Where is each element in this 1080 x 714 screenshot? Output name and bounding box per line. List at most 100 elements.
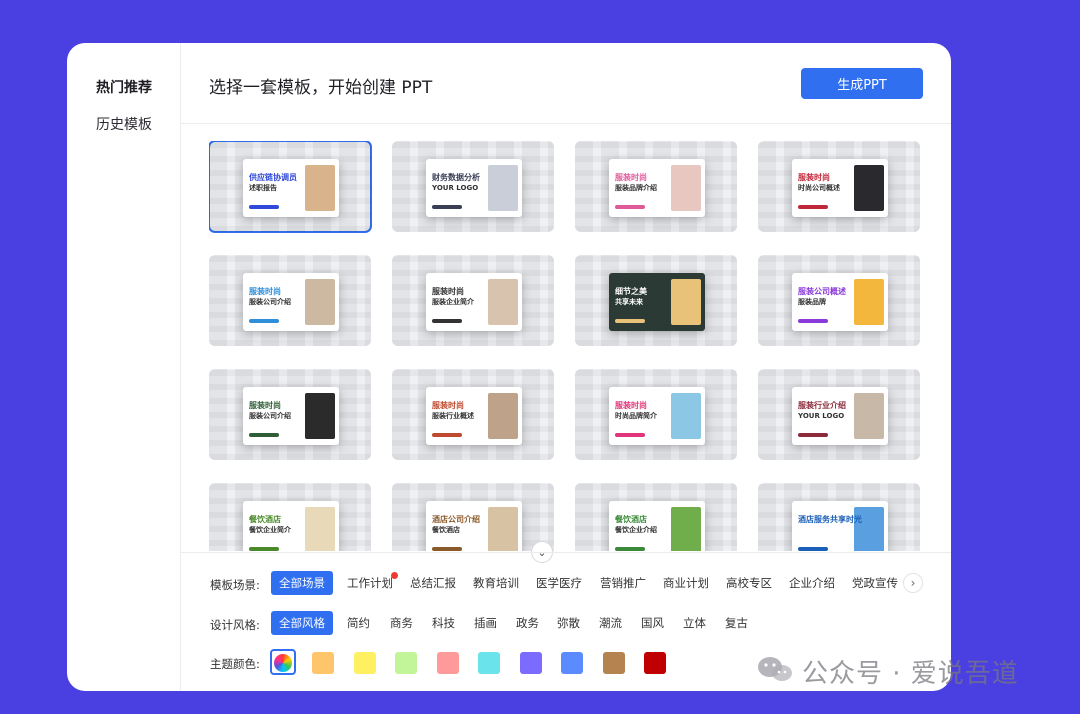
template-card[interactable]: 服装时尚 时尚品牌简介 [575, 369, 737, 460]
style-chip[interactable]: 国风 [641, 611, 664, 635]
template-slide: 餐饮酒店 餐饮企业简介 [243, 501, 339, 551]
generate-ppt-button[interactable]: 生成PPT [801, 68, 923, 99]
template-card[interactable]: 酒店服务共享时光 [758, 483, 920, 551]
color-swatch[interactable] [353, 652, 376, 674]
color-swatch[interactable] [395, 652, 417, 674]
template-title: 财务数据分析 [432, 173, 480, 182]
template-accent-bar [615, 319, 645, 323]
template-photo [488, 279, 518, 325]
template-title: 餐饮酒店 [249, 515, 281, 524]
template-card[interactable]: 服装公司概述 服装品牌 [758, 255, 920, 346]
template-accent-bar [432, 205, 462, 209]
template-photo [305, 507, 335, 551]
color-swatch[interactable] [312, 652, 334, 674]
template-slide: 供应链协调员 述职报告 [243, 159, 339, 217]
color-label: 主题颜色: [210, 657, 260, 671]
template-accent-bar [249, 205, 279, 209]
color-swatch-all[interactable] [274, 654, 292, 672]
scene-chip[interactable]: 企业介绍 [789, 571, 835, 595]
scene-chip[interactable]: 教育培训 [473, 571, 519, 595]
template-accent-bar [432, 433, 462, 437]
template-card[interactable]: 服装时尚 服装品牌介绍 [575, 141, 737, 232]
template-card[interactable]: 服装时尚服装企业简介 [392, 255, 554, 346]
color-swatch[interactable] [644, 652, 666, 674]
chevron-right-icon[interactable]: › [903, 573, 923, 593]
color-swatch[interactable] [602, 652, 625, 674]
template-title: 餐饮酒店 [615, 515, 647, 524]
template-photo [305, 165, 335, 211]
scene-chip[interactable]: 商业计划 [663, 571, 709, 595]
style-chip[interactable]: 潮流 [599, 611, 622, 635]
sidebar-item-hot[interactable]: 热门推荐 [67, 77, 181, 97]
new-badge [391, 572, 398, 579]
template-card[interactable]: 酒店公司介绍 餐饮酒店 [392, 483, 554, 551]
template-photo [305, 393, 335, 439]
style-chip[interactable]: 立体 [683, 611, 706, 635]
template-title: 服装时尚 [615, 173, 647, 182]
color-swatch[interactable] [561, 652, 583, 674]
template-photo [671, 393, 701, 439]
template-accent-bar [615, 547, 645, 551]
template-subtitle: 述职报告 [249, 184, 277, 192]
template-accent-bar [798, 547, 828, 551]
template-title: 服装时尚 [249, 401, 281, 410]
scene-chip[interactable]: 营销推广 [600, 571, 646, 595]
template-card[interactable]: 餐饮酒店 餐饮企业介绍 [575, 483, 737, 551]
style-chip[interactable]: 政务 [516, 611, 539, 635]
style-chip[interactable]: 插画 [474, 611, 497, 635]
scene-chip[interactable]: 党政宣传 [852, 571, 898, 595]
template-slide: 酒店公司介绍 餐饮酒店 [426, 501, 522, 551]
template-card[interactable]: 服装时尚 时尚公司概述 [758, 141, 920, 232]
template-title: 服装公司概述 [798, 287, 846, 296]
template-slide: 服装时尚 服装品牌介绍 [609, 159, 705, 217]
style-chip-all[interactable]: 全部风格 [271, 611, 333, 635]
template-card[interactable]: 供应链协调员 述职报告 [209, 141, 372, 233]
style-chip[interactable]: 弥散 [557, 611, 580, 635]
scene-label: 模板场景: [210, 578, 260, 592]
template-slide: 财务数据分析 YOUR LOGO [426, 159, 522, 217]
template-subtitle: 时尚品牌简介 [615, 412, 657, 420]
template-accent-bar [798, 319, 828, 323]
template-photo [854, 165, 884, 211]
template-card[interactable]: 服装行业介绍 YOUR LOGO [758, 369, 920, 460]
style-chip[interactable]: 简约 [347, 611, 370, 635]
template-card[interactable]: 服装时尚 服装公司介绍 [209, 255, 371, 346]
template-title: 服装时尚 [432, 287, 464, 296]
template-subtitle: 服装企业简介 [432, 298, 474, 306]
style-chip[interactable]: 商务 [390, 611, 413, 635]
style-chip[interactable]: 复古 [725, 611, 748, 635]
template-title: 细节之美 [615, 287, 647, 296]
template-slide: 服装时尚服装企业简介 [426, 273, 522, 331]
color-swatch[interactable] [436, 652, 459, 674]
template-accent-bar [432, 319, 462, 323]
scene-chip[interactable]: 高校专区 [726, 571, 772, 595]
template-photo [671, 507, 701, 551]
color-swatch[interactable] [519, 652, 542, 674]
style-chip[interactable]: 科技 [432, 611, 455, 635]
template-slide: 服装公司概述 服装品牌 [792, 273, 888, 331]
template-card[interactable]: 服装时尚 服装行业概述 [392, 369, 554, 460]
template-card[interactable]: 细节之美 共享未来 [575, 255, 737, 346]
scene-chip[interactable]: 工作计划 [347, 571, 393, 595]
template-photo [854, 393, 884, 439]
template-slide: 服装时尚 服装行业概述 [426, 387, 522, 445]
template-accent-bar [432, 547, 462, 551]
template-card[interactable]: 餐饮酒店 餐饮企业简介 [209, 483, 371, 551]
template-subtitle: 服装行业概述 [432, 412, 474, 420]
header-divider [181, 123, 951, 124]
watermark-text: 公众号 · 爱说吾道 [802, 659, 1019, 689]
template-title: 供应链协调员 [249, 173, 297, 182]
template-card[interactable]: 服装时尚 服装公司介绍 [209, 369, 371, 460]
scene-chip[interactable]: 医学医疗 [536, 571, 582, 595]
sidebar-item-history[interactable]: 历史模板 [67, 114, 181, 134]
color-swatch[interactable] [478, 652, 500, 674]
template-photo [854, 279, 884, 325]
template-subtitle: 共享未来 [615, 298, 643, 306]
template-accent-bar [798, 205, 828, 209]
style-label: 设计风格: [210, 618, 260, 632]
template-subtitle: YOUR LOGO [798, 412, 845, 420]
scene-chip[interactable]: 总结汇报 [410, 571, 456, 595]
scene-chip-all[interactable]: 全部场景 [271, 571, 333, 595]
template-accent-bar [615, 205, 645, 209]
template-card[interactable]: 财务数据分析 YOUR LOGO [392, 141, 554, 232]
